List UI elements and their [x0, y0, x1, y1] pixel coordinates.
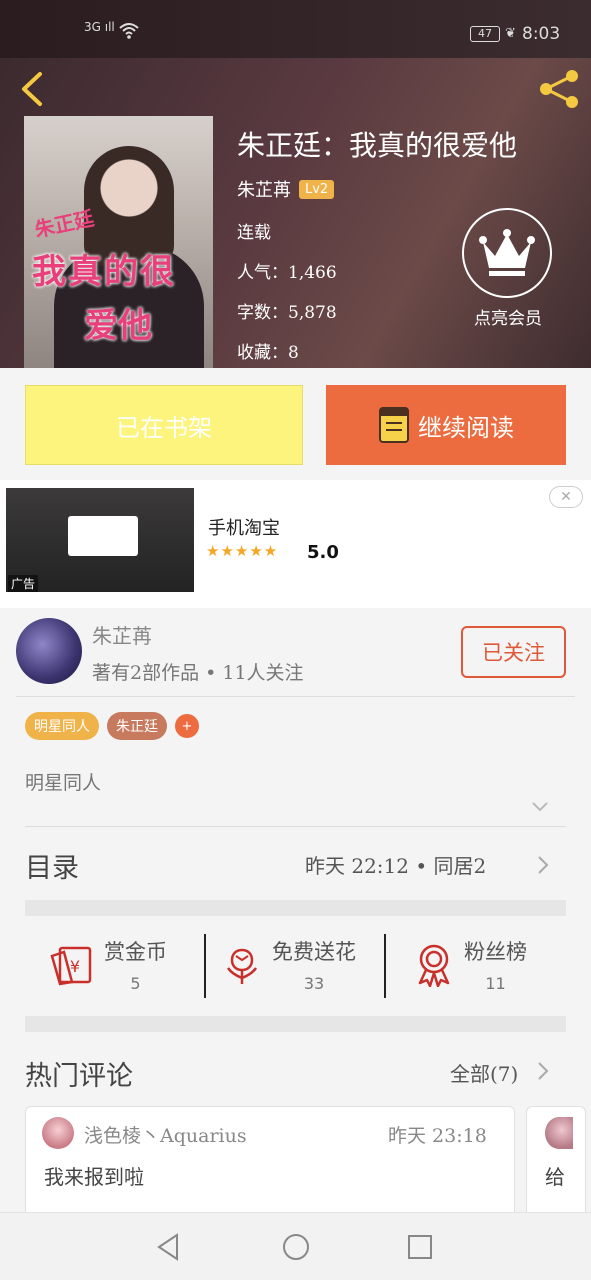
comment-text: 给 — [545, 1165, 565, 1189]
book-header: 朱正廷 我真的很 爱他 朱正廷：我真的很爱他 朱芷苒 Lv2 连载 人气：1,4… — [0, 58, 591, 368]
tag-list: 明星同人 朱正廷 + — [25, 712, 199, 740]
hot-comments-title: 热门评论 — [25, 1061, 133, 1092]
ad-rating-value: 5.0 — [307, 542, 339, 563]
section-separator — [25, 1016, 566, 1032]
book-icon — [379, 407, 409, 443]
eco-leaf-icon: ❦ — [505, 26, 516, 41]
svg-text:¥: ¥ — [70, 957, 80, 976]
avatar[interactable] — [545, 1117, 573, 1149]
crown-icon — [462, 208, 552, 298]
serial-status: 连载 — [237, 223, 271, 243]
avatar[interactable] — [16, 618, 82, 684]
toc-label[interactable]: 目录 — [25, 846, 79, 885]
all-comments-link[interactable]: 全部(7) — [450, 1058, 518, 1087]
gift-label: 免费送花 — [272, 940, 356, 964]
ad-tag: 广告 — [8, 575, 39, 592]
author-panel-name[interactable]: 朱芷苒 — [92, 620, 152, 649]
gift-count: 11 — [485, 974, 506, 993]
chevron-down-icon[interactable] — [530, 800, 550, 814]
gift-count: 33 — [303, 974, 325, 993]
cover-title-line2: 我真的很 — [32, 252, 176, 292]
nav-back-icon[interactable] — [153, 1231, 185, 1263]
book-cover[interactable]: 朱正廷 我真的很 爱他 — [24, 116, 213, 368]
red-envelope-icon: ¥ — [50, 946, 92, 985]
author-panel: 朱芷苒 著有2部作品 • 11人关注 已关注 明星同人 朱正廷 + 明星同人 目… — [0, 608, 591, 1280]
comment-time: 昨天 23:18 — [388, 1125, 487, 1147]
ad-image-dialog — [68, 516, 138, 556]
ad-banner[interactable]: 广告 手机淘宝 ★★★★★ 5.0 ✕ — [0, 480, 591, 608]
send-flower-button[interactable]: 免费送花 33 — [222, 936, 356, 993]
chevron-right-icon[interactable] — [536, 1060, 550, 1082]
popularity: 人气：1,466 — [237, 263, 337, 283]
comment-username[interactable]: 浅色棱丶Aquarius — [84, 1121, 247, 1148]
followed-button[interactable]: 已关注 — [461, 626, 566, 678]
flower-icon — [226, 948, 258, 984]
tip-coins-button[interactable]: ¥ 赏金币 5 — [50, 936, 167, 993]
avatar[interactable] — [42, 1117, 74, 1149]
ad-title[interactable]: 手机淘宝 — [208, 514, 280, 540]
ad-image[interactable]: 广告 — [6, 488, 194, 592]
clock: 8:03 — [522, 24, 561, 44]
divider — [204, 934, 206, 998]
favorites-count: 收藏：8 — [237, 343, 299, 363]
level-badge: Lv2 — [299, 179, 335, 199]
book-intro: 明星同人 — [25, 772, 102, 794]
book-title: 朱正廷：我真的很爱他 — [237, 129, 518, 162]
tag-chip[interactable]: 明星同人 — [25, 712, 99, 740]
on-shelf-button[interactable]: 已在书架 — [25, 385, 303, 465]
section-separator — [25, 900, 566, 916]
chevron-right-icon[interactable] — [536, 854, 550, 876]
word-count: 字数：5,878 — [237, 303, 337, 323]
vip-button[interactable]: 点亮会员 — [462, 208, 554, 329]
share-icon[interactable] — [536, 66, 582, 112]
gift-label: 粉丝榜 — [464, 940, 527, 964]
add-tag-button[interactable]: + — [175, 714, 199, 738]
author-stats: 著有2部作品 • 11人关注 — [92, 662, 304, 684]
status-bar: 3G ıll 47 ❦ 8:03 — [0, 0, 591, 58]
tag-chip[interactable]: 朱正廷 — [107, 712, 167, 740]
medal-icon — [418, 944, 450, 987]
ad-rating-stars: ★★★★★ — [206, 542, 279, 560]
ad-close-icon[interactable]: ✕ — [549, 486, 583, 508]
gift-label: 赏金币 — [104, 940, 167, 964]
vip-label: 点亮会员 — [474, 309, 542, 329]
action-bar: 已在书架 继续阅读 — [0, 368, 591, 480]
divider — [16, 696, 575, 697]
continue-reading-label: 继续阅读 — [418, 413, 514, 442]
continue-reading-button[interactable]: 继续阅读 — [326, 385, 566, 465]
divider — [384, 934, 386, 998]
signal-icon: 3G ıll — [84, 20, 115, 34]
battery-icon: 47 — [470, 26, 500, 42]
author-name[interactable]: 朱芷苒 — [237, 176, 291, 202]
author-row[interactable]: 朱芷苒 Lv2 — [237, 176, 335, 202]
system-nav-bar — [0, 1212, 591, 1280]
toc-latest-chapter[interactable]: 昨天 22:12 • 同居2 — [305, 850, 486, 879]
comment-text: 我来报到啦 — [44, 1165, 144, 1189]
nav-recents-icon[interactable] — [404, 1231, 436, 1263]
nav-home-icon[interactable] — [280, 1231, 312, 1263]
divider — [25, 826, 566, 827]
cover-title-line3: 爱他 — [84, 306, 152, 346]
back-icon[interactable] — [14, 66, 54, 112]
fan-ranking-button[interactable]: 粉丝榜 11 — [414, 936, 527, 993]
gift-count: 5 — [130, 974, 141, 993]
wifi-icon — [119, 23, 139, 39]
